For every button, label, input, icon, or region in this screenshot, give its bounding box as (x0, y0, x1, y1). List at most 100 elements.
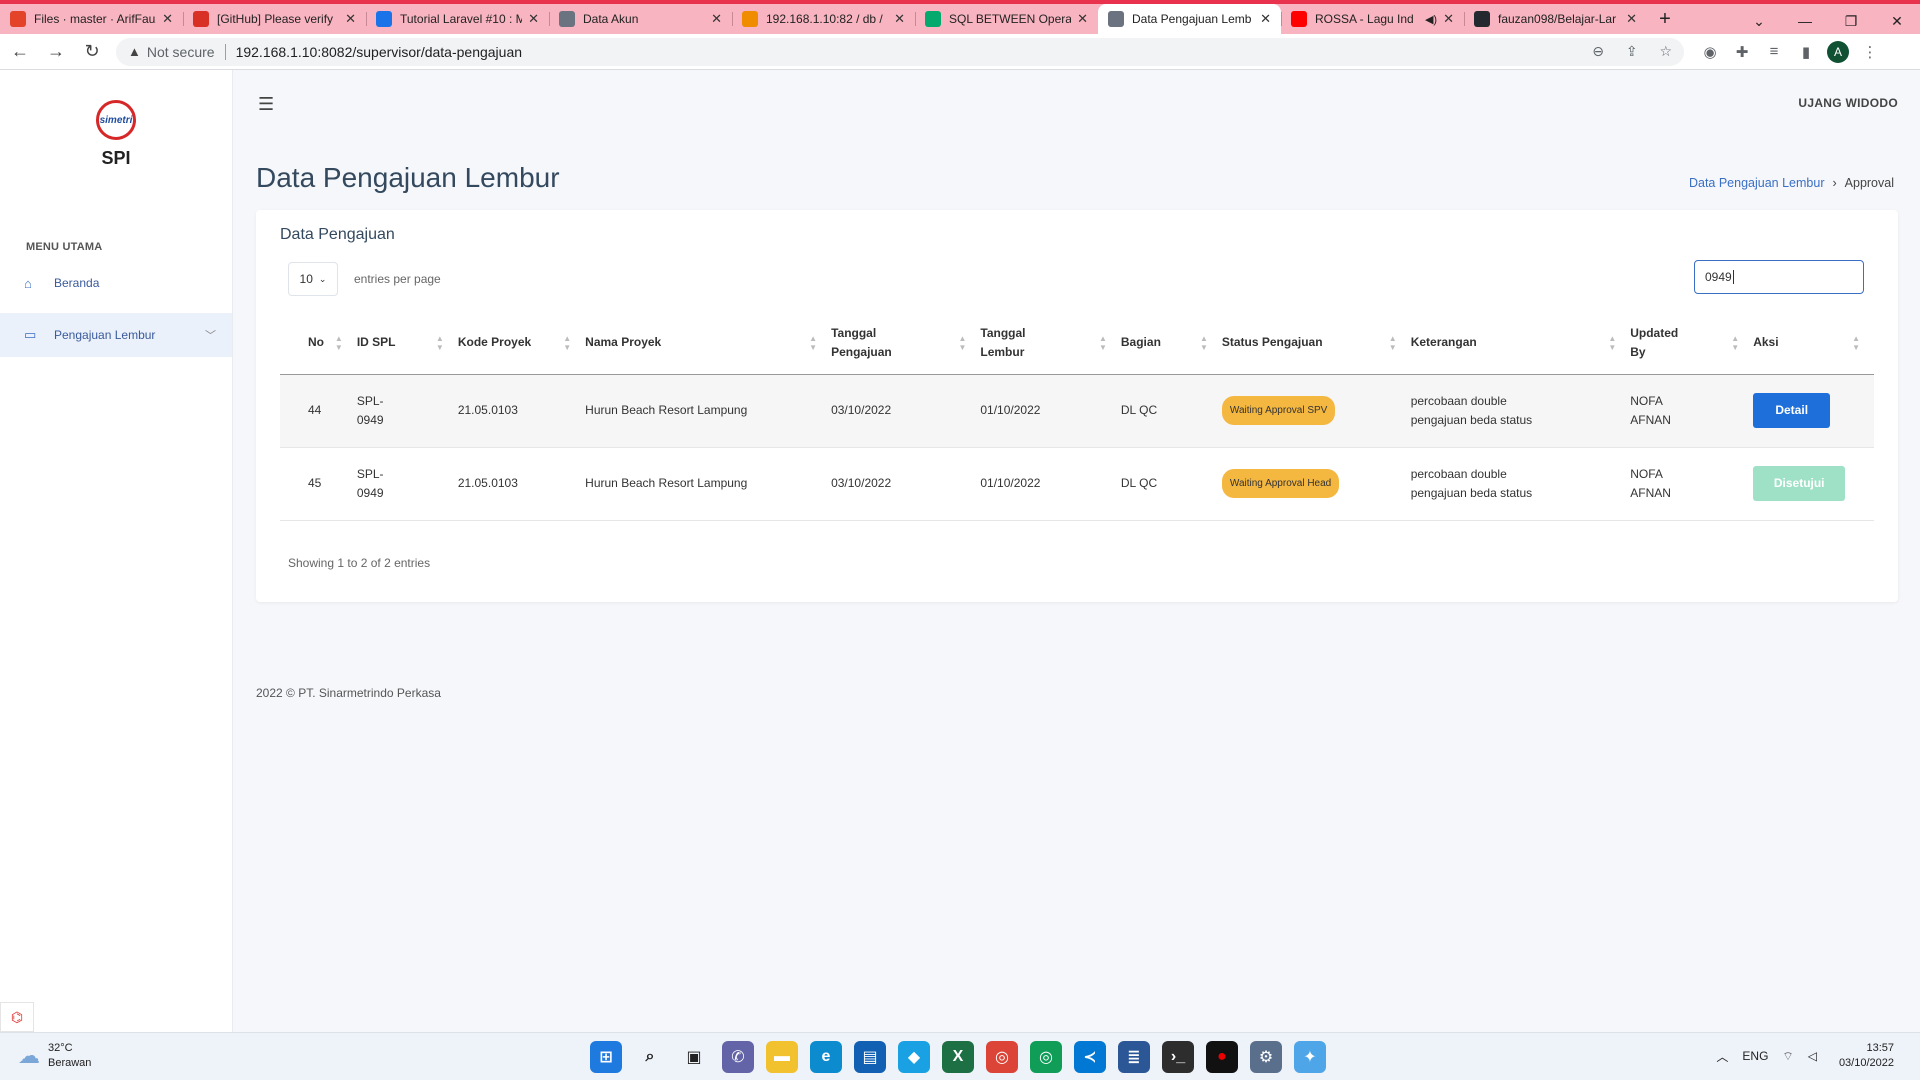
reload-icon[interactable]: ↻ (76, 36, 108, 68)
tab-search-icon[interactable]: ⌄ (1736, 8, 1782, 34)
close-tab-icon[interactable]: ✕ (894, 11, 905, 27)
user-menu[interactable]: UJANG WIDODO (1798, 96, 1898, 110)
camera-icon[interactable]: ◉ (1694, 43, 1726, 61)
column-header[interactable]: No ▲ ▼ (280, 312, 357, 375)
reading-list-icon[interactable]: ≡ (1758, 43, 1790, 60)
notepad-icon[interactable]: ≣ (1118, 1041, 1150, 1073)
breadcrumb-link[interactable]: Data Pengajuan Lembur (1689, 176, 1825, 190)
browser-tab[interactable]: SQL BETWEEN Operat ✕ (915, 4, 1098, 34)
column-header[interactable]: Bagian ▲ ▼ (1120, 312, 1222, 375)
favicon-icon (559, 11, 575, 27)
close-tab-icon[interactable]: ✕ (1260, 11, 1271, 27)
profile-avatar[interactable]: A (1827, 40, 1849, 63)
browser-tab[interactable]: 192.168.1.10:82 / db / ✕ (732, 4, 915, 34)
column-header[interactable]: Kode Proyek ▲ ▼ (457, 312, 586, 375)
close-tab-icon[interactable]: ✕ (1443, 11, 1454, 27)
detail-button[interactable]: Detail (1753, 393, 1831, 428)
browser-tab[interactable]: [GitHub] Please verify ✕ (183, 4, 366, 34)
search-icon[interactable]: ⌕ (634, 1041, 666, 1073)
browser-tab[interactable]: fauzan098/Belajar-Lar ✕ (1464, 4, 1647, 34)
minimize-icon[interactable]: — (1782, 8, 1828, 34)
logo[interactable]: simetri SPI (0, 70, 232, 169)
table-row: 45 SPL-0949 21.05.0103 Hurun Beach Resort L… (280, 447, 1874, 521)
side-panel-icon[interactable]: ▮ (1790, 43, 1822, 61)
close-tab-icon[interactable]: ✕ (711, 11, 722, 27)
column-header[interactable]: ID SPL ▲ ▼ (356, 312, 458, 375)
task-view-icon[interactable]: ▣ (678, 1041, 710, 1073)
column-header[interactable]: Nama Proyek ▲ ▼ (585, 312, 832, 375)
menu-kebab-icon[interactable]: ⋮ (1854, 43, 1886, 61)
url-text[interactable]: 192.168.1.10:8082/supervisor/data-pengaj… (236, 44, 1575, 60)
store-icon[interactable]: ▤ (854, 1041, 886, 1073)
excel-icon[interactable]: X (942, 1041, 974, 1073)
forward-icon[interactable]: → (40, 36, 72, 68)
settings-gear-icon[interactable]: ⚙ (1250, 1041, 1282, 1073)
weather-widget[interactable]: ☁ 32°C Berawan (18, 1041, 91, 1071)
search-input[interactable]: 0949 (1694, 260, 1864, 294)
recorder-icon[interactable]: ● (1206, 1041, 1238, 1073)
bookmark-star-icon[interactable]: ☆ (1659, 43, 1672, 59)
system-tray: ︿ ENG ⌔ ◁ 13:57 03/10/2022 (1702, 1041, 1894, 1071)
column-header-label: Keterangan (1410, 335, 1477, 350)
table-row: 44 SPL-0949 21.05.0103 Hurun Beach Resort L… (280, 374, 1874, 448)
column-header[interactable]: Tanggal Pengajuan ▲ ▼ (831, 312, 981, 375)
column-header[interactable]: Status Pengajuan ▲ ▼ (1221, 312, 1411, 375)
close-tab-icon[interactable]: ✕ (162, 11, 173, 27)
app-icon[interactable]: ◆ (898, 1041, 930, 1073)
chrome-profile-icon[interactable]: ◎ (1030, 1041, 1062, 1073)
cell-text: DL QC (1120, 403, 1158, 417)
back-icon[interactable]: ← (4, 36, 36, 68)
sort-icon: ▲ ▼ (809, 333, 818, 352)
column-header[interactable]: Updated By ▲ ▼ (1630, 312, 1754, 375)
column-header[interactable]: Tanggal Lembur ▲ ▼ (980, 312, 1121, 375)
close-tab-icon[interactable]: ✕ (1626, 11, 1637, 27)
close-tab-icon[interactable]: ✕ (528, 11, 539, 27)
debugbar-icon[interactable]: ⌬ (0, 1002, 34, 1032)
clock[interactable]: 13:57 03/10/2022 (1839, 1041, 1894, 1071)
sidebar: simetri SPI MENU UTAMA ⌂ Beranda ▭ Penga… (0, 70, 233, 1032)
share-icon[interactable]: ⇪ (1626, 43, 1638, 59)
browser-tab[interactable]: ROSSA - Lagu Ind ◀) ✕ (1281, 4, 1464, 34)
sidebar-item-beranda[interactable]: ⌂ Beranda (0, 261, 232, 305)
table-cell: Hurun Beach Resort Lampung (585, 447, 832, 521)
file-explorer-icon[interactable]: ▬ (766, 1041, 798, 1073)
chevron-up-icon[interactable]: ︿ (1716, 1048, 1728, 1065)
column-header[interactable]: Aksi ▲ ▼ (1753, 312, 1874, 375)
restore-icon[interactable]: ❐ (1828, 8, 1874, 34)
omnibox-icons: ⊖ ⇪ ☆ (1574, 43, 1672, 60)
wifi-icon[interactable]: ⌔ (1782, 1049, 1793, 1064)
sidebar-item-pengajuan-lembur[interactable]: ▭ Pengajuan Lembur ﹀ (0, 313, 232, 357)
browser-tab[interactable]: Tutorial Laravel #10 : M ✕ (366, 4, 549, 34)
close-tab-icon[interactable]: ✕ (1077, 11, 1088, 27)
close-tab-icon[interactable]: ✕ (345, 11, 356, 27)
chrome-icon[interactable]: ◎ (986, 1041, 1018, 1073)
cell-text: SPL-0949 (356, 393, 384, 427)
window-controls: ⌄ — ❐ ✕ (1736, 8, 1920, 34)
sort-icon: ▲ ▼ (435, 333, 444, 352)
sort-icon: ▲ ▼ (1731, 333, 1740, 352)
favicon-icon (1291, 11, 1307, 27)
table-info: Showing 1 to 2 of 2 entries (288, 556, 431, 570)
start-icon[interactable]: ⊞ (590, 1041, 622, 1073)
extensions-icon[interactable]: ✚ (1726, 43, 1758, 61)
edge-icon[interactable]: e (810, 1041, 842, 1073)
terminal-icon[interactable]: ›_ (1162, 1041, 1194, 1073)
column-header[interactable]: Keterangan ▲ ▼ (1410, 312, 1631, 375)
omnibox[interactable]: ▲ Not secure 192.168.1.10:8082/superviso… (116, 37, 1684, 66)
sort-icon: ▲ ▼ (1199, 333, 1208, 352)
hamburger-menu-icon[interactable]: ☰ (258, 94, 274, 115)
language-indicator[interactable]: ENG (1742, 1049, 1768, 1063)
close-window-icon[interactable]: ✕ (1874, 8, 1920, 34)
browser-tab[interactable]: Files · master · ArifFauz ✕ (0, 4, 183, 34)
zoom-icon[interactable]: ⊖ (1592, 43, 1604, 59)
entries-select[interactable]: 10 ⌄ (288, 262, 338, 296)
vscode-icon[interactable]: ≺ (1074, 1041, 1106, 1073)
browser-tab[interactable]: Data Pengajuan Lemb ✕ (1098, 4, 1281, 34)
browser-tab[interactable]: Data Akun ✕ (549, 4, 732, 34)
app-icon[interactable]: ✦ (1294, 1041, 1326, 1073)
volume-icon[interactable]: ◁ (1808, 1049, 1817, 1063)
new-tab-button[interactable]: + (1647, 4, 1683, 34)
teams-icon[interactable]: ✆ (722, 1041, 754, 1073)
audio-icon[interactable]: ◀) (1425, 13, 1437, 26)
approved-button[interactable]: Disetujui (1753, 466, 1846, 501)
